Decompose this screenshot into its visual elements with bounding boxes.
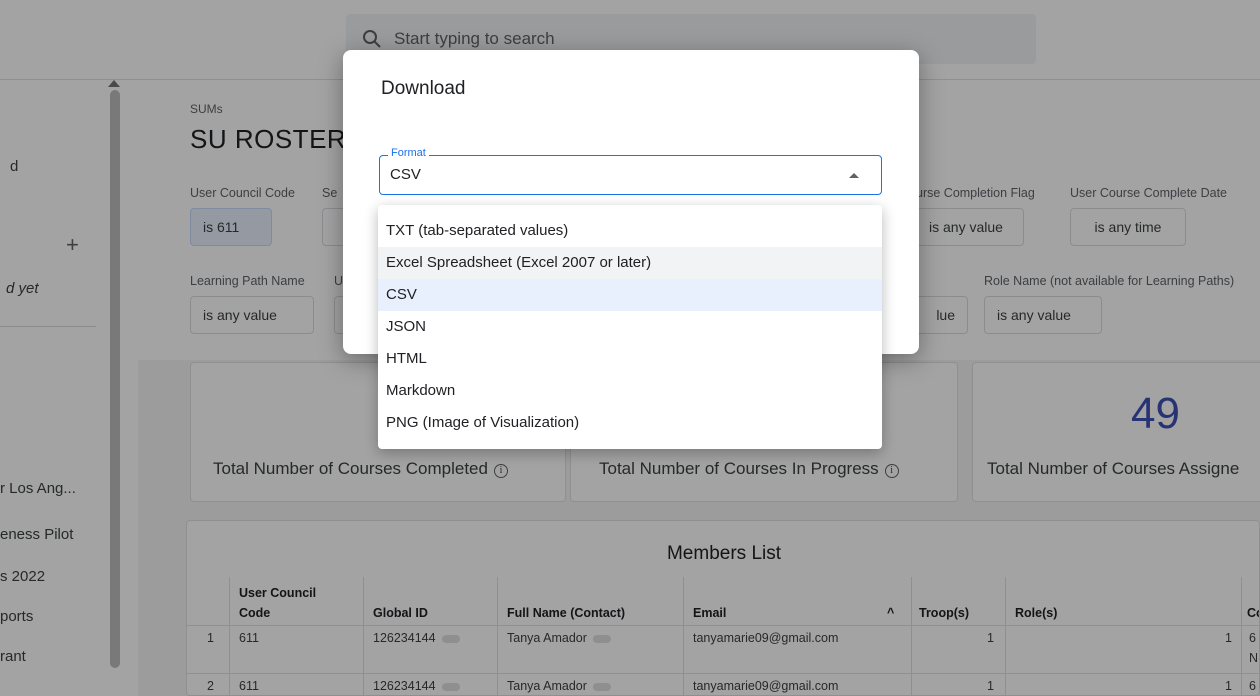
format-option-html[interactable]: HTML: [378, 343, 882, 375]
format-select[interactable]: Format CSV: [379, 147, 882, 195]
format-option-txt[interactable]: TXT (tab-separated values): [378, 215, 882, 247]
format-options-menu: TXT (tab-separated values) Excel Spreads…: [378, 205, 882, 449]
format-value: CSV: [390, 166, 421, 183]
format-option-json[interactable]: JSON: [378, 311, 882, 343]
format-option-excel[interactable]: Excel Spreadsheet (Excel 2007 or later): [378, 247, 882, 279]
format-option-markdown[interactable]: Markdown: [378, 375, 882, 407]
dialog-title: Download: [381, 78, 466, 99]
chevron-up-icon[interactable]: [849, 173, 859, 178]
format-label: Format: [388, 147, 429, 159]
format-option-csv[interactable]: CSV: [378, 279, 882, 311]
format-option-png[interactable]: PNG (Image of Visualization): [378, 407, 882, 439]
